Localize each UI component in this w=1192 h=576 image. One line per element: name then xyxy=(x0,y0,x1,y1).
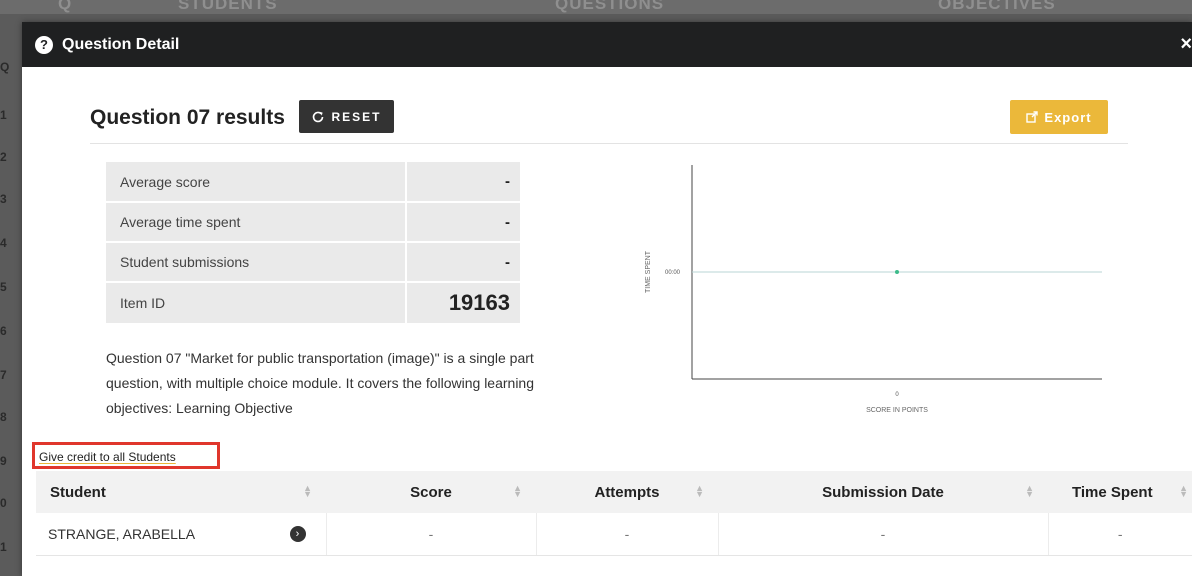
background-row-number: 1 xyxy=(0,540,7,554)
column-header-label: Attempts xyxy=(594,483,660,501)
column-header-attempts[interactable]: Attempts ▲ ▼ xyxy=(536,471,718,513)
column-header-label: Time Spent xyxy=(1072,483,1153,501)
background-row-number: 0 xyxy=(0,496,7,510)
x-tick-label: 0 xyxy=(895,392,899,398)
background-tab-questions: QUESTIONS xyxy=(555,0,665,13)
score-cell: - xyxy=(326,513,537,556)
column-header-time-spent[interactable]: Time Spent ▲ ▼ xyxy=(1048,471,1192,513)
give-credit-link[interactable]: Give credit to all Students xyxy=(39,450,176,464)
background-row-number: 8 xyxy=(0,410,7,424)
background-tab-bar: Q STUDENTS QUESTIONS OBJECTIVES xyxy=(0,0,1192,14)
column-header-submission-date[interactable]: Submission Date ▲ ▼ xyxy=(718,471,1048,513)
column-header-label: Submission Date xyxy=(822,483,944,501)
background-row-number: Q xyxy=(0,60,10,74)
sort-icon: ▲ ▼ xyxy=(1179,483,1188,499)
background-row-number: 9 xyxy=(0,454,7,468)
y-tick-label: 00:00 xyxy=(665,270,681,276)
table-row[interactable]: STRANGE, ARABELLA › - - - - xyxy=(36,513,1192,556)
background-tab-q: Q xyxy=(58,0,73,13)
background-row-number: 4 xyxy=(0,236,7,250)
student-name: STRANGE, ARABELLA xyxy=(48,525,196,542)
background-row-number: 7 xyxy=(0,368,7,382)
give-credit-highlight: Give credit to all Students xyxy=(32,442,220,469)
sort-icon: ▲ ▼ xyxy=(1025,483,1034,499)
sort-icon: ▲ ▼ xyxy=(513,483,522,499)
sort-icon: ▲ ▼ xyxy=(303,483,312,499)
time-vs-score-chart: 00:00 0 TIME SPENT SCORE IN POINTS xyxy=(645,165,1102,414)
background-tab-objectives: OBJECTIVES xyxy=(938,0,1056,13)
background-row-number: 5 xyxy=(0,280,7,294)
background-row-number: 1 xyxy=(0,108,7,122)
arrow-right-circle-icon[interactable]: › xyxy=(289,526,306,542)
background-row-number: 6 xyxy=(0,324,7,338)
column-header-label: Student xyxy=(50,483,106,501)
table-header-row: Student ▲ ▼ Score ▲ ▼ Attempts ▲ ▼ Submission … xyxy=(36,471,1192,513)
x-axis-label: SCORE IN POINTS xyxy=(866,407,928,414)
submission-date-cell: - xyxy=(718,513,1049,556)
student-name-cell: STRANGE, ARABELLA › xyxy=(36,513,327,556)
background-row-number: 2 xyxy=(0,150,7,164)
background-tab-students: STUDENTS xyxy=(178,0,278,13)
column-header-score[interactable]: Score ▲ ▼ xyxy=(326,471,536,513)
question-detail-modal: ? Question Detail × Question 07 results … xyxy=(22,22,1192,576)
student-results-table: Student ▲ ▼ Score ▲ ▼ Attempts ▲ ▼ Submission … xyxy=(36,471,1192,556)
column-header-student[interactable]: Student ▲ ▼ xyxy=(36,471,326,513)
y-axis-label: TIME SPENT xyxy=(645,250,652,293)
attempts-cell: - xyxy=(536,513,719,556)
data-point xyxy=(895,270,899,274)
background-row-number: 3 xyxy=(0,192,7,206)
column-header-label: Score xyxy=(410,483,452,501)
sort-icon: ▲ ▼ xyxy=(695,483,704,499)
time-spent-cell: - xyxy=(1048,513,1192,556)
